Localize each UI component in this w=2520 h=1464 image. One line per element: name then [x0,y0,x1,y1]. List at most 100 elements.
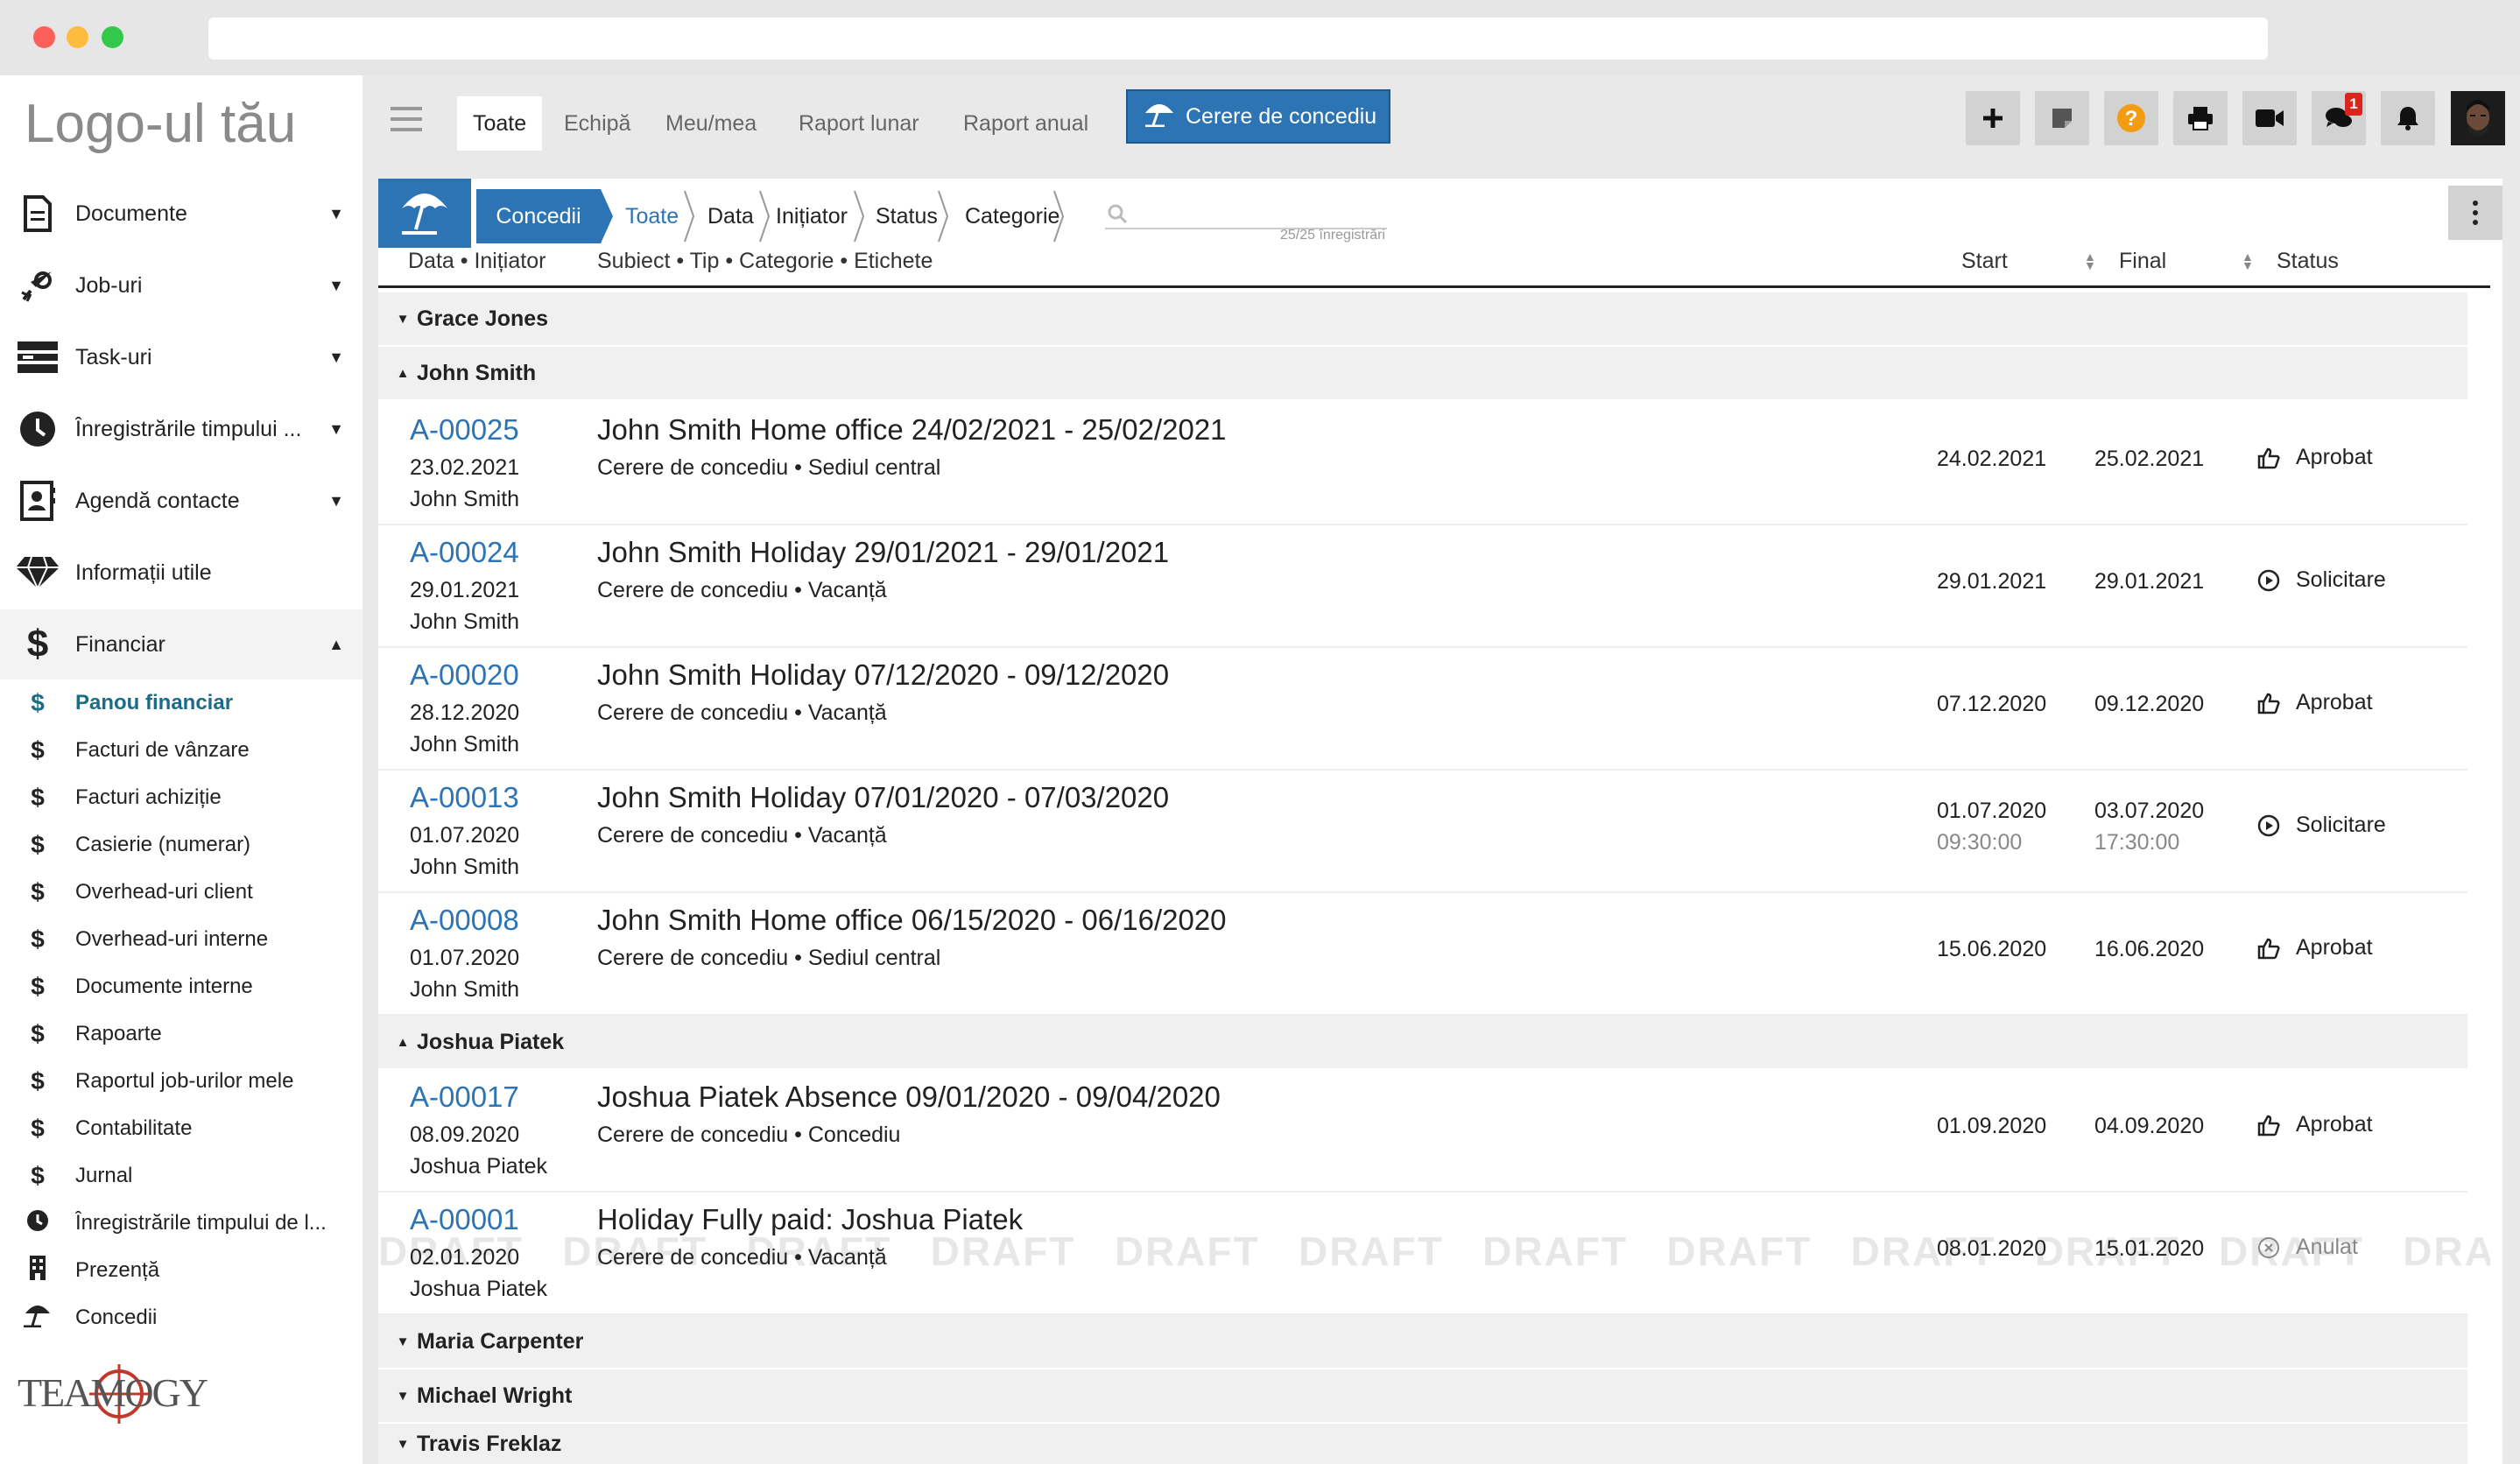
col-header-status[interactable]: Status [2277,243,2339,278]
chevron-down-icon[interactable]: ▼ [310,492,363,510]
sidebar-subitem-overhead-interne[interactable]: $ Overhead-uri interne [0,916,363,963]
breadcrumb-toate[interactable]: Toate [613,189,691,243]
sidebar-item-informatii-utile[interactable]: Informații utile [0,538,363,608]
tab-toate[interactable]: Toate [457,96,543,151]
group-header[interactable]: ▼ Travis Freklaz [378,1424,2467,1464]
record-status: Aprobat [2257,445,2373,470]
record-id-link[interactable]: A-00001 [410,1203,519,1236]
minimize-window-button[interactable] [67,26,88,48]
sidebar-subitem-panou-financiar[interactable]: $ Panou financiar [0,679,363,727]
sidebar-subitem-facturi-achizitie[interactable]: $ Facturi achiziție [0,774,363,821]
sidebar-subitem-prezenta[interactable]: Prezență [0,1247,363,1294]
chevron-down-icon[interactable]: ▼ [310,277,363,295]
sidebar-subitem-raportul-job-urilor[interactable]: $ Raportul job-urilor mele [0,1058,363,1105]
sidebar-subitem-concedii[interactable]: Concedii [0,1294,363,1341]
record-id-link[interactable]: A-00013 [410,781,519,814]
table-row[interactable]: A-00025 23.02.2021 John Smith John Smith… [378,403,2467,525]
caret-down-icon: ▼ [396,1436,410,1452]
table-row[interactable]: A-00024 29.01.2021 John Smith John Smith… [378,525,2467,648]
sidebar-subitem-contabilitate[interactable]: $ Contabilitate [0,1105,363,1152]
menu-icon[interactable] [391,107,422,138]
record-id-link[interactable]: A-00008 [410,904,519,937]
address-bar[interactable] [208,18,2268,60]
record-subject[interactable]: Joshua Piatek Absence 09/01/2020 - 09/04… [597,1080,1221,1114]
table-row[interactable]: A-00017 08.09.2020 Joshua Piatek Joshua … [378,1070,2467,1193]
sort-icon[interactable]: ▲ ▼ [2084,250,2096,271]
chat-button[interactable]: 1 [2312,91,2366,145]
group-header[interactable]: ▼ Maria Carpenter [378,1315,2467,1368]
record-id-link[interactable]: A-00025 [410,413,519,447]
group-header[interactable]: ▲ Joshua Piatek [378,1016,2467,1068]
record-final-time: 17:30:00 [2094,830,2180,855]
tab-echipa[interactable]: Echipă [548,96,646,151]
table-row[interactable]: A-00013 01.07.2020 John Smith John Smith… [378,771,2467,893]
record-id-link[interactable]: A-00024 [410,536,519,569]
record-final: 04.09.2020 [2094,1114,2205,1138]
table-row[interactable]: DRAFT DRAFT DRAFT DRAFT DRAFT DRAFT DRAF… [378,1193,2490,1315]
sidebar-subitem-jurnal[interactable]: $ Jurnal [0,1152,363,1200]
avatar[interactable] [2451,91,2505,145]
search-icon [1108,204,1128,224]
dollar-icon: $ [31,926,45,953]
table-row[interactable]: A-00020 28.12.2020 John Smith John Smith… [378,648,2467,771]
printer-icon [2188,107,2213,130]
maximize-window-button[interactable] [102,26,123,48]
col-header-final[interactable]: Final [2119,243,2166,278]
record-subject[interactable]: John Smith Holiday 07/12/2020 - 09/12/20… [597,658,1169,692]
logo[interactable]: Logo-ul tău [25,93,296,155]
record-subject[interactable]: John Smith Holiday 07/01/2020 - 07/03/20… [597,781,1169,814]
col-header-start[interactable]: Start [1961,243,2008,278]
close-window-button[interactable] [33,26,55,48]
sidebar-item-documente[interactable]: Documente ▼ [0,179,363,249]
help-button[interactable]: ? [2104,91,2158,145]
notes-button[interactable] [2035,91,2089,145]
sidebar-item-agenda-contacte[interactable]: Agendă contacte ▼ [0,466,363,536]
breadcrumb-data[interactable]: Data [695,189,766,243]
sidebar-subitem-casierie[interactable]: $ Casierie (numerar) [0,821,363,869]
more-options-button[interactable] [2448,186,2502,240]
group-header[interactable]: ▼ Grace Jones [378,292,2467,345]
record-subject[interactable]: Holiday Fully paid: Joshua Piatek [597,1203,1023,1236]
col-header-subject[interactable]: Subiect • Tip • Categorie • Etichete [597,243,933,278]
table-row[interactable]: A-00008 01.07.2020 John Smith John Smith… [378,893,2467,1016]
sidebar-subitem-rapoarte[interactable]: $ Rapoarte [0,1010,363,1058]
chevron-up-icon[interactable]: ▲ [310,636,363,654]
sidebar-subitem-inregistrari-timp-lucru[interactable]: Înregistrările timpului de l... [0,1200,363,1247]
record-initiator: John Smith [410,487,520,511]
breadcrumb-initiator[interactable]: Inițiator [764,189,860,243]
chevron-down-icon[interactable]: ▼ [310,348,363,367]
record-status: Solicitare [2257,567,2386,593]
sidebar-item-task-uri[interactable]: Task-uri ▼ [0,322,363,392]
chevron-down-icon[interactable]: ▼ [310,205,363,223]
record-start: 07.12.2020 [1937,692,2047,716]
sidebar-item-job-uri[interactable]: Job-uri ▼ [0,250,363,320]
group-header[interactable]: ▼ Michael Wright [378,1369,2467,1422]
notifications-button[interactable] [2381,91,2435,145]
record-start-time: 09:30:00 [1937,830,2023,855]
sort-icon[interactable]: ▲ ▼ [2242,250,2254,271]
sidebar-subitem-facturi-vanzare[interactable]: $ Facturi de vânzare [0,727,363,774]
print-button[interactable] [2173,91,2228,145]
chevron-down-icon[interactable]: ▼ [310,420,363,439]
search-input[interactable] [1105,194,1387,229]
video-button[interactable] [2242,91,2297,145]
sidebar-item-financiar[interactable]: $ Financiar ▲ [0,609,363,679]
group-header[interactable]: ▲ John Smith [378,347,2467,399]
breadcrumb-concedii[interactable]: Concedii [476,189,601,243]
record-id-link[interactable]: A-00017 [410,1080,519,1114]
record-final: 09.12.2020 [2094,692,2205,716]
col-header-date-initiator[interactable]: Data • Inițiator [408,243,546,278]
tab-raport-anual[interactable]: Raport anual [947,96,1104,151]
record-id-link[interactable]: A-00020 [410,658,519,692]
record-initiator: John Smith [410,855,520,879]
record-subject[interactable]: John Smith Home office 24/02/2021 - 25/0… [597,413,1227,447]
tab-meu-mea[interactable]: Meu/mea [650,96,772,151]
record-subject[interactable]: John Smith Holiday 29/01/2021 - 29/01/20… [597,536,1169,569]
tab-raport-lunar[interactable]: Raport lunar [783,96,935,151]
request-leave-button[interactable]: Cerere de concediu [1126,89,1390,144]
sidebar-item-inregistrari-timp[interactable]: Înregistrările timpului ... ▼ [0,394,363,464]
sidebar-subitem-overhead-client[interactable]: $ Overhead-uri client [0,869,363,916]
sidebar-subitem-documente-interne[interactable]: $ Documente interne [0,963,363,1010]
add-button[interactable] [1966,91,2020,145]
record-subject[interactable]: John Smith Home office 06/15/2020 - 06/1… [597,904,1227,937]
